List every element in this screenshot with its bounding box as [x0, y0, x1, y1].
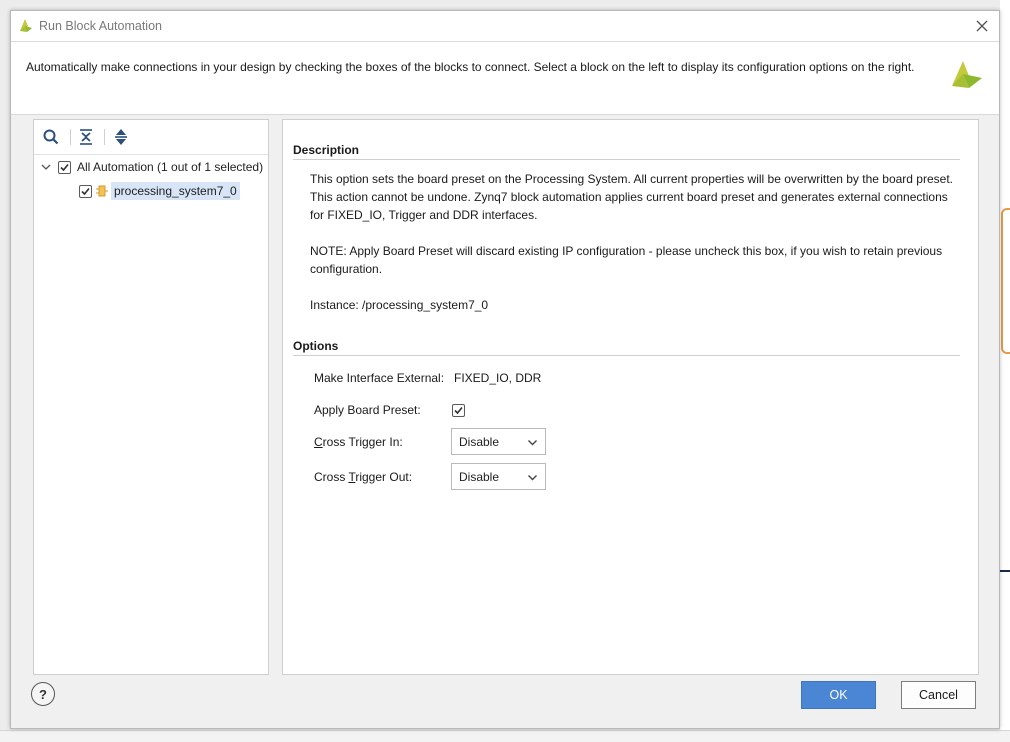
- cross-trigger-out-select[interactable]: Disable: [451, 463, 546, 490]
- label-text: rigger Out:: [355, 470, 413, 484]
- toolbar-separator: [70, 129, 71, 145]
- tree-toolbar: [34, 120, 268, 155]
- background-block-edge: [1001, 208, 1010, 354]
- description-heading: Description: [293, 143, 360, 157]
- cross-trigger-out-label: Cross Trigger Out:: [314, 470, 412, 484]
- section-divider: [293, 355, 960, 356]
- select-value: Disable: [459, 435, 500, 449]
- header-instructions: Automatically make connections in your d…: [26, 60, 915, 74]
- title-bar: Run Block Automation: [11, 11, 999, 42]
- cross-trigger-in-label: Cross Trigger In:: [314, 435, 403, 449]
- label-text: Cross: [314, 470, 349, 484]
- background-strip: [0, 730, 1010, 742]
- cancel-button[interactable]: Cancel: [901, 681, 976, 709]
- tree-node-label: All Automation (1 out of 1 selected): [77, 160, 264, 174]
- all-automation-checkbox[interactable]: [58, 160, 71, 174]
- expand-all-icon[interactable]: [111, 127, 131, 147]
- tree-node-processing-system[interactable]: processing_system7_0: [79, 181, 240, 201]
- instance-path: Instance: /processing_system7_0: [310, 298, 489, 312]
- select-value: Disable: [459, 470, 500, 484]
- header-banner: Automatically make connections in your d…: [11, 42, 999, 115]
- search-icon[interactable]: [41, 127, 61, 147]
- label-text: ross Trigger In:: [322, 435, 403, 449]
- background-canvas: [1000, 0, 1010, 741]
- help-button[interactable]: ?: [31, 682, 55, 706]
- close-icon[interactable]: [973, 17, 991, 35]
- background-wire: [1000, 570, 1010, 572]
- window-title: Run Block Automation: [39, 19, 162, 33]
- mnemonic-letter: C: [314, 435, 323, 449]
- automation-tree-panel: All Automation (1 out of 1 selected) pro…: [33, 119, 269, 675]
- tree-node-all-automation[interactable]: All Automation (1 out of 1 selected): [40, 157, 263, 177]
- apply-board-preset-label: Apply Board Preset:: [314, 403, 421, 417]
- chevron-down-icon: [528, 440, 537, 446]
- vivado-logo-icon: [20, 19, 32, 32]
- apply-board-preset-checkbox[interactable]: [452, 404, 465, 417]
- checkmark-icon: [81, 187, 90, 195]
- make-interface-external-value: FIXED_IO, DDR: [454, 371, 542, 385]
- description-text: This option sets the board preset on the…: [310, 172, 953, 222]
- processing-system-checkbox[interactable]: [79, 184, 92, 198]
- run-block-automation-dialog: Run Block Automation Automatically make …: [10, 10, 1000, 729]
- checkmark-icon: [454, 406, 463, 415]
- toolbar-separator: [104, 129, 105, 145]
- make-interface-external-label: Make Interface External:: [314, 371, 445, 385]
- cross-trigger-in-select[interactable]: Disable: [451, 428, 546, 455]
- details-panel: Description This option sets the board p…: [282, 119, 979, 675]
- chevron-down-icon[interactable]: [40, 161, 52, 173]
- collapse-all-icon[interactable]: [76, 127, 96, 147]
- chevron-down-icon: [528, 475, 537, 481]
- vivado-logo-icon: [952, 61, 982, 88]
- ip-block-icon: [96, 185, 108, 197]
- description-note: NOTE: Apply Board Preset will discard ex…: [310, 244, 943, 276]
- section-divider: [293, 159, 960, 160]
- tree-node-label: processing_system7_0: [111, 182, 240, 200]
- options-heading: Options: [293, 339, 339, 353]
- checkmark-icon: [60, 163, 69, 171]
- ok-button[interactable]: OK: [801, 681, 876, 709]
